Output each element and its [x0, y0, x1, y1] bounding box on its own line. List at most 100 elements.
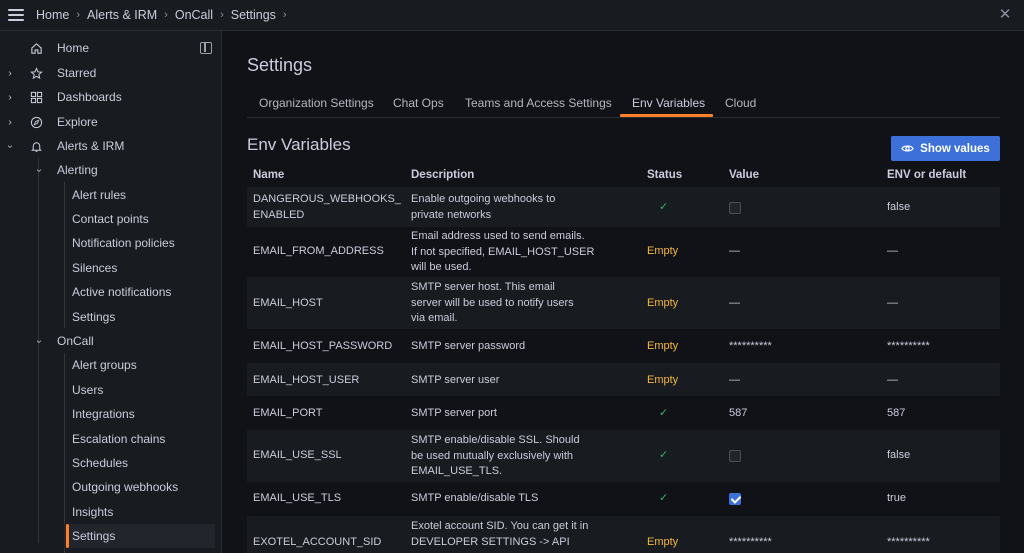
menu-icon[interactable] — [8, 9, 24, 21]
value-checkbox[interactable] — [729, 202, 741, 214]
sidebar-item-oncall-settings[interactable]: Settings — [64, 524, 215, 548]
sidebar-item-active-notifications[interactable]: Active notifications — [0, 280, 222, 304]
check-icon: ✓ — [659, 449, 669, 461]
table-row: EMAIL_HOST SMTP server host. This email s… — [247, 277, 1000, 329]
table-row: DANGEROUS_WEBHOOKS_ ENABLED Enable outgoi… — [247, 187, 1000, 227]
env-description: SMTP server user — [411, 374, 500, 386]
sidebar-item-label: Active notifications — [72, 285, 172, 299]
sidebar-item-starred[interactable]: › Starred — [0, 61, 222, 85]
sidebar-item-notification-policies[interactable]: Notification policies — [0, 231, 222, 255]
sidebar-item-label: Alerts & IRM — [57, 139, 125, 153]
status-badge: Empty — [647, 340, 679, 352]
sidebar-item-insights[interactable]: Insights — [0, 500, 222, 524]
sidebar-item-explore[interactable]: › Explore — [0, 110, 222, 134]
value-checkbox[interactable] — [729, 450, 741, 462]
eye-icon — [901, 145, 914, 152]
sidebar-item-alerting-settings[interactable]: Settings — [0, 305, 222, 329]
sidebar-item-label: Outgoing webhooks — [72, 480, 179, 494]
env-value: 587 — [729, 407, 748, 419]
sidebar-item-oncall[interactable]: › OnCall — [0, 329, 222, 353]
table-row: EMAIL_HOST_USER SMTP server user Empty —… — [247, 363, 1000, 396]
env-name: EXOTEL_ACCOUNT_SID — [253, 536, 382, 548]
sidebar-item-silences[interactable]: Silences — [0, 256, 222, 280]
env-value: ********** — [729, 340, 772, 352]
check-icon: ✓ — [659, 201, 669, 213]
chevron-right-icon: › — [164, 9, 168, 21]
sidebar-item-label: Silences — [72, 261, 118, 275]
sidebar-item-schedules[interactable]: Schedules — [0, 451, 222, 475]
tab-teams-access[interactable]: Teams and Access Settings — [465, 96, 612, 110]
settings-tabs: Organization Settings Chat Ops Teams and… — [247, 93, 1000, 118]
chevron-right-icon: › — [282, 9, 287, 21]
env-default-value: 587 — [887, 407, 906, 419]
breadcrumb-oncall[interactable]: OnCall — [175, 8, 213, 22]
sidebar-item-label: Contact points — [72, 212, 149, 226]
sidebar-item-home[interactable]: Home — [0, 36, 222, 60]
env-name: EMAIL_USE_SSL — [253, 449, 342, 461]
sidebar-item-label: Insights — [72, 505, 114, 519]
main-content: Settings Organization Settings Chat Ops … — [223, 31, 1024, 553]
value-checkbox[interactable] — [729, 493, 741, 505]
table-row: EMAIL_USE_TLS SMTP enable/disable TLS ✓ … — [247, 482, 1000, 516]
env-value: — — [729, 245, 740, 257]
sidebar-item-alerts-irm[interactable]: › Alerts & IRM — [0, 134, 222, 158]
status-badge: Empty — [647, 297, 679, 309]
env-default-value: false — [887, 449, 911, 461]
sidebar-item-label: Alerting — [57, 163, 98, 177]
column-header-env-default: ENV or default — [887, 169, 967, 181]
table-row: EMAIL_USE_SSL SMTP enable/disable SSL. S… — [247, 430, 1000, 482]
section-title: Env Variables — [247, 135, 351, 154]
chevron-right-icon[interactable]: › — [5, 117, 15, 128]
sidebar-item-alerting[interactable]: › Alerting — [0, 158, 222, 182]
sidebar-item-integrations[interactable]: Integrations — [0, 402, 222, 426]
chevron-down-icon[interactable]: › — [34, 336, 45, 346]
sidebar-item-label: Integrations — [72, 407, 135, 421]
sidebar-item-label: Explore — [57, 115, 98, 129]
tab-env-variables[interactable]: Env Variables — [632, 96, 705, 110]
chevron-down-icon[interactable]: › — [34, 165, 45, 175]
column-header-name: Name — [253, 169, 285, 181]
sidebar-item-label: Schedules — [72, 456, 129, 470]
env-value: ********** — [729, 536, 772, 548]
chevron-right-icon[interactable]: › — [5, 68, 15, 79]
env-name: DANGEROUS_WEBHOOKS_ ENABLED — [253, 193, 401, 221]
sidebar-item-label: Notification policies — [72, 236, 175, 250]
bell-icon — [29, 139, 43, 153]
env-value: — — [729, 297, 740, 309]
sidebar-item-label: Escalation chains — [72, 432, 166, 446]
sidebar-item-outgoing-webhooks[interactable]: Outgoing webhooks — [0, 475, 222, 499]
sidebar-item-label: OnCall — [57, 334, 94, 348]
tab-chat-ops[interactable]: Chat Ops — [393, 96, 444, 110]
tab-cloud[interactable]: Cloud — [725, 96, 756, 110]
sidebar-item-alert-groups[interactable]: Alert groups — [0, 353, 222, 377]
sidebar-item-label: Settings — [72, 529, 116, 543]
chevron-right-icon[interactable]: › — [5, 92, 15, 103]
sidebar: Home › Starred › Dashboards › Explore › … — [0, 31, 222, 553]
column-header-value: Value — [729, 169, 760, 181]
sidebar-item-alert-rules[interactable]: Alert rules — [0, 183, 222, 207]
sidebar-item-dashboards[interactable]: › Dashboards — [0, 85, 222, 109]
close-icon[interactable]: ✕ — [997, 7, 1013, 23]
sidebar-item-label: Dashboards — [57, 90, 122, 104]
page-title: Settings — [247, 55, 313, 75]
chevron-down-icon[interactable]: › — [5, 141, 16, 151]
sidebar-item-escalation-chains[interactable]: Escalation chains — [0, 427, 222, 451]
table-row: EMAIL_PORT SMTP server port ✓ 587 587 — [247, 396, 1000, 430]
table-row: EMAIL_FROM_ADDRESS Email address used to… — [247, 227, 1000, 277]
check-icon: ✓ — [659, 407, 669, 419]
tab-organization-settings[interactable]: Organization Settings — [259, 96, 374, 110]
breadcrumb-home[interactable]: Home — [36, 8, 69, 22]
column-header-status: Status — [647, 169, 683, 181]
dashboards-icon — [29, 90, 43, 104]
env-default-value: — — [887, 297, 898, 309]
breadcrumb-alerts-irm[interactable]: Alerts & IRM — [87, 8, 157, 22]
top-bar: Home › Alerts & IRM › OnCall › Settings … — [0, 0, 1024, 31]
show-values-button[interactable]: Show values — [891, 136, 1000, 161]
compass-icon — [29, 115, 43, 129]
sidebar-item-users[interactable]: Users — [0, 378, 222, 402]
env-name: EMAIL_HOST_PASSWORD — [253, 340, 393, 352]
active-indicator — [66, 524, 69, 548]
sidebar-item-contact-points[interactable]: Contact points — [0, 207, 222, 231]
env-default-value: — — [887, 374, 898, 386]
table-row: EMAIL_HOST_PASSWORD SMTP server password… — [247, 329, 1000, 363]
